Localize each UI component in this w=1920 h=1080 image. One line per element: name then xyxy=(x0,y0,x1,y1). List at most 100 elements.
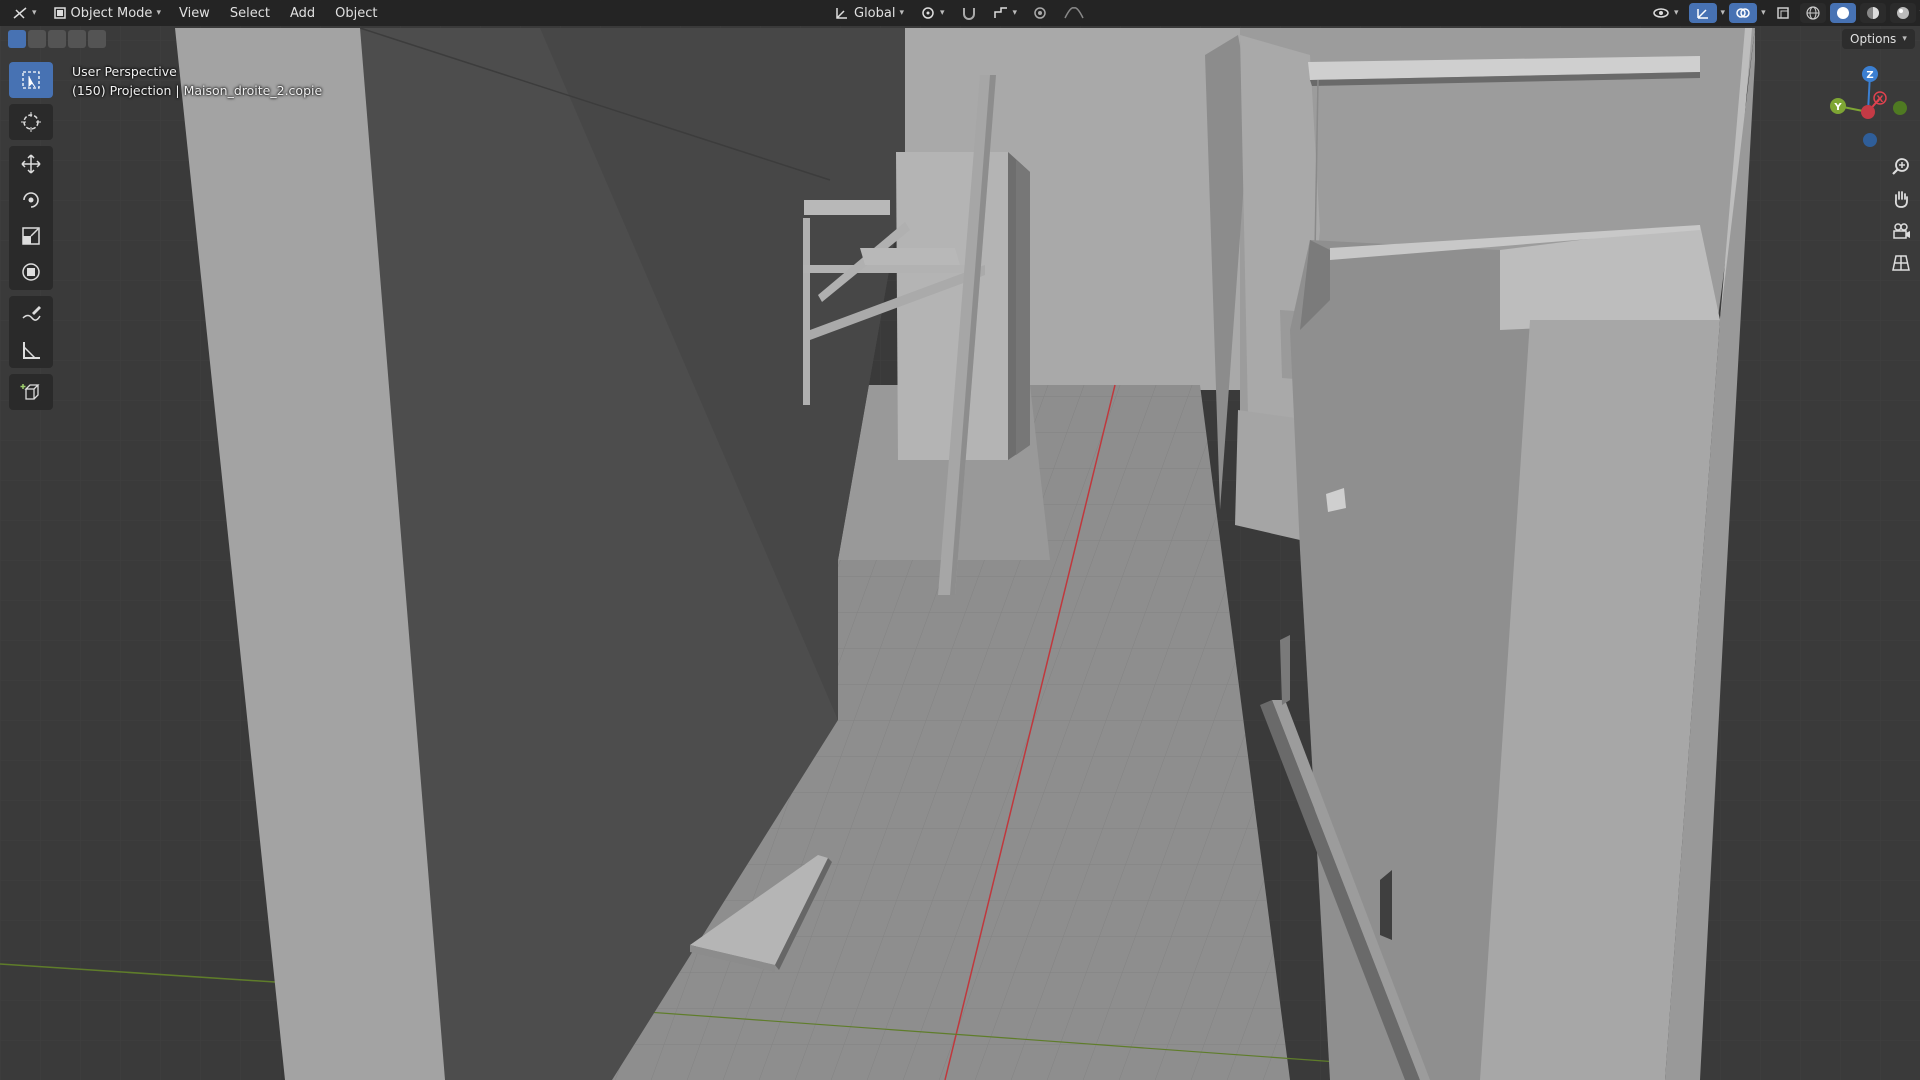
overlays-icon xyxy=(1736,8,1750,18)
snap-increment-icon xyxy=(993,7,1007,18)
menu-add[interactable]: Add xyxy=(282,3,323,23)
scene-render xyxy=(0,0,1920,1080)
select-new-icon[interactable] xyxy=(8,30,26,48)
tool-transform[interactable] xyxy=(9,254,53,290)
pan-button[interactable] xyxy=(1886,186,1916,212)
3d-viewport[interactable] xyxy=(0,0,1920,1080)
grid-perspective-icon xyxy=(1892,255,1910,271)
view-details: (150) Projection | Maison_droite_2.copie xyxy=(72,81,322,100)
separator: | xyxy=(175,83,180,98)
camera-icon xyxy=(1893,223,1910,239)
shading-wireframe-button[interactable] xyxy=(1799,3,1826,23)
mode-label: Object Mode xyxy=(70,5,153,21)
orientation-icon xyxy=(836,8,847,19)
editor-type-button[interactable]: ▾ xyxy=(6,3,43,23)
pivot-icon xyxy=(922,7,934,19)
annotate-pencil-icon xyxy=(22,306,41,321)
transform-icon xyxy=(22,263,40,281)
tool-move[interactable] xyxy=(9,146,53,182)
orientation-label: Global xyxy=(854,5,896,21)
transform-orientation-dropdown[interactable]: Global ▾ xyxy=(828,3,910,23)
bracket-plate xyxy=(804,200,890,215)
navigation-gizmo[interactable]: Z Y X xyxy=(1812,60,1912,150)
wireframe-sphere-icon xyxy=(1805,6,1820,20)
chevron-down-icon[interactable]: ▾ xyxy=(1761,8,1766,18)
projection-label: Projection xyxy=(109,83,172,98)
snap-target-dropdown[interactable]: ▾ xyxy=(987,3,1024,23)
viewport-header: ▾ Object Mode ▾ View Select Add Object G… xyxy=(0,0,1920,26)
navigation-buttons xyxy=(1886,154,1916,276)
object-mode-icon xyxy=(53,7,66,19)
tool-measure[interactable] xyxy=(9,332,53,368)
add-cube-icon xyxy=(20,384,40,400)
chevron-down-icon: ▾ xyxy=(1012,8,1018,18)
editor-type-icon xyxy=(13,7,27,19)
frame-number: (150) xyxy=(72,83,106,98)
gizmo-toggle[interactable] xyxy=(1688,3,1717,23)
tool-annotate[interactable] xyxy=(9,296,53,332)
center-box xyxy=(896,152,1008,460)
cursor-icon xyxy=(21,112,41,132)
viewport-info: User Perspective (150) Projection | Mais… xyxy=(72,62,322,100)
select-invert-icon[interactable] xyxy=(68,30,86,48)
pivot-point-dropdown[interactable]: ▾ xyxy=(914,3,951,23)
menu-object[interactable]: Object xyxy=(327,3,385,23)
gizmo-z-label: Z xyxy=(1866,70,1873,81)
snap-toggle[interactable] xyxy=(955,3,983,23)
falloff-dropdown[interactable] xyxy=(1057,3,1091,23)
axis-gizmo-icon: Z Y X xyxy=(1830,66,1907,147)
gizmo-neg-x[interactable] xyxy=(1861,105,1875,119)
solid-sphere-icon xyxy=(1836,7,1849,19)
rotate-icon xyxy=(23,192,39,208)
view-name: User Perspective xyxy=(72,64,177,79)
eye-icon xyxy=(1653,8,1669,18)
falloff-curve-icon xyxy=(1064,6,1084,19)
tool-add-cube[interactable] xyxy=(9,374,53,410)
camera-view-button[interactable] xyxy=(1886,218,1916,244)
magnet-icon xyxy=(962,8,975,20)
chevron-down-icon: ▾ xyxy=(940,8,945,18)
chevron-down-icon[interactable]: ▾ xyxy=(1721,8,1726,18)
rendered-sphere-icon xyxy=(1896,7,1909,19)
gizmo-x-label: X xyxy=(1877,95,1884,105)
tool-scale[interactable] xyxy=(9,218,53,254)
gizmo-y-label: Y xyxy=(1833,102,1842,113)
visibility-dropdown[interactable]: ▾ xyxy=(1646,3,1685,23)
select-intersect-icon[interactable] xyxy=(88,30,106,48)
proportional-edit-icon xyxy=(1034,7,1046,19)
hand-icon xyxy=(1894,191,1908,208)
gizmo-icon xyxy=(1696,9,1708,19)
zoom-button[interactable] xyxy=(1886,154,1916,180)
chevron-down-icon: ▾ xyxy=(156,8,161,18)
selection-modes xyxy=(8,30,106,48)
toolbar xyxy=(8,62,54,410)
move-icon xyxy=(21,154,41,174)
scale-icon xyxy=(22,227,40,245)
chevron-down-icon: ▾ xyxy=(1674,8,1679,18)
measure-ruler-icon xyxy=(23,342,40,359)
overlays-toggle[interactable] xyxy=(1729,3,1758,23)
options-label: Options xyxy=(1850,32,1897,46)
options-dropdown[interactable]: Options ▾ xyxy=(1842,29,1915,49)
active-object-name: Maison_droite_2.copie xyxy=(183,83,323,98)
material-sphere-icon xyxy=(1866,7,1879,19)
mode-dropdown[interactable]: Object Mode ▾ xyxy=(47,3,167,23)
select-subtract-icon[interactable] xyxy=(48,30,66,48)
shading-material-button[interactable] xyxy=(1859,3,1886,23)
tool-rotate[interactable] xyxy=(9,182,53,218)
tool-select-box[interactable] xyxy=(9,62,53,98)
menu-view[interactable]: View xyxy=(171,3,218,23)
chevron-down-icon: ▾ xyxy=(899,8,905,18)
menu-select[interactable]: Select xyxy=(222,3,278,23)
proportional-edit-toggle[interactable] xyxy=(1027,3,1053,23)
gizmo-neg-y[interactable] xyxy=(1893,101,1907,115)
chevron-down-icon: ▾ xyxy=(1902,34,1907,44)
xray-toggle[interactable] xyxy=(1770,3,1796,23)
shading-rendered-button[interactable] xyxy=(1889,3,1916,23)
gizmo-neg-z[interactable] xyxy=(1863,133,1877,147)
tool-cursor[interactable] xyxy=(9,104,53,140)
perspective-toggle-button[interactable] xyxy=(1886,250,1916,276)
select-extend-icon[interactable] xyxy=(28,30,46,48)
shading-solid-button[interactable] xyxy=(1829,3,1856,23)
chevron-down-icon: ▾ xyxy=(32,8,37,18)
